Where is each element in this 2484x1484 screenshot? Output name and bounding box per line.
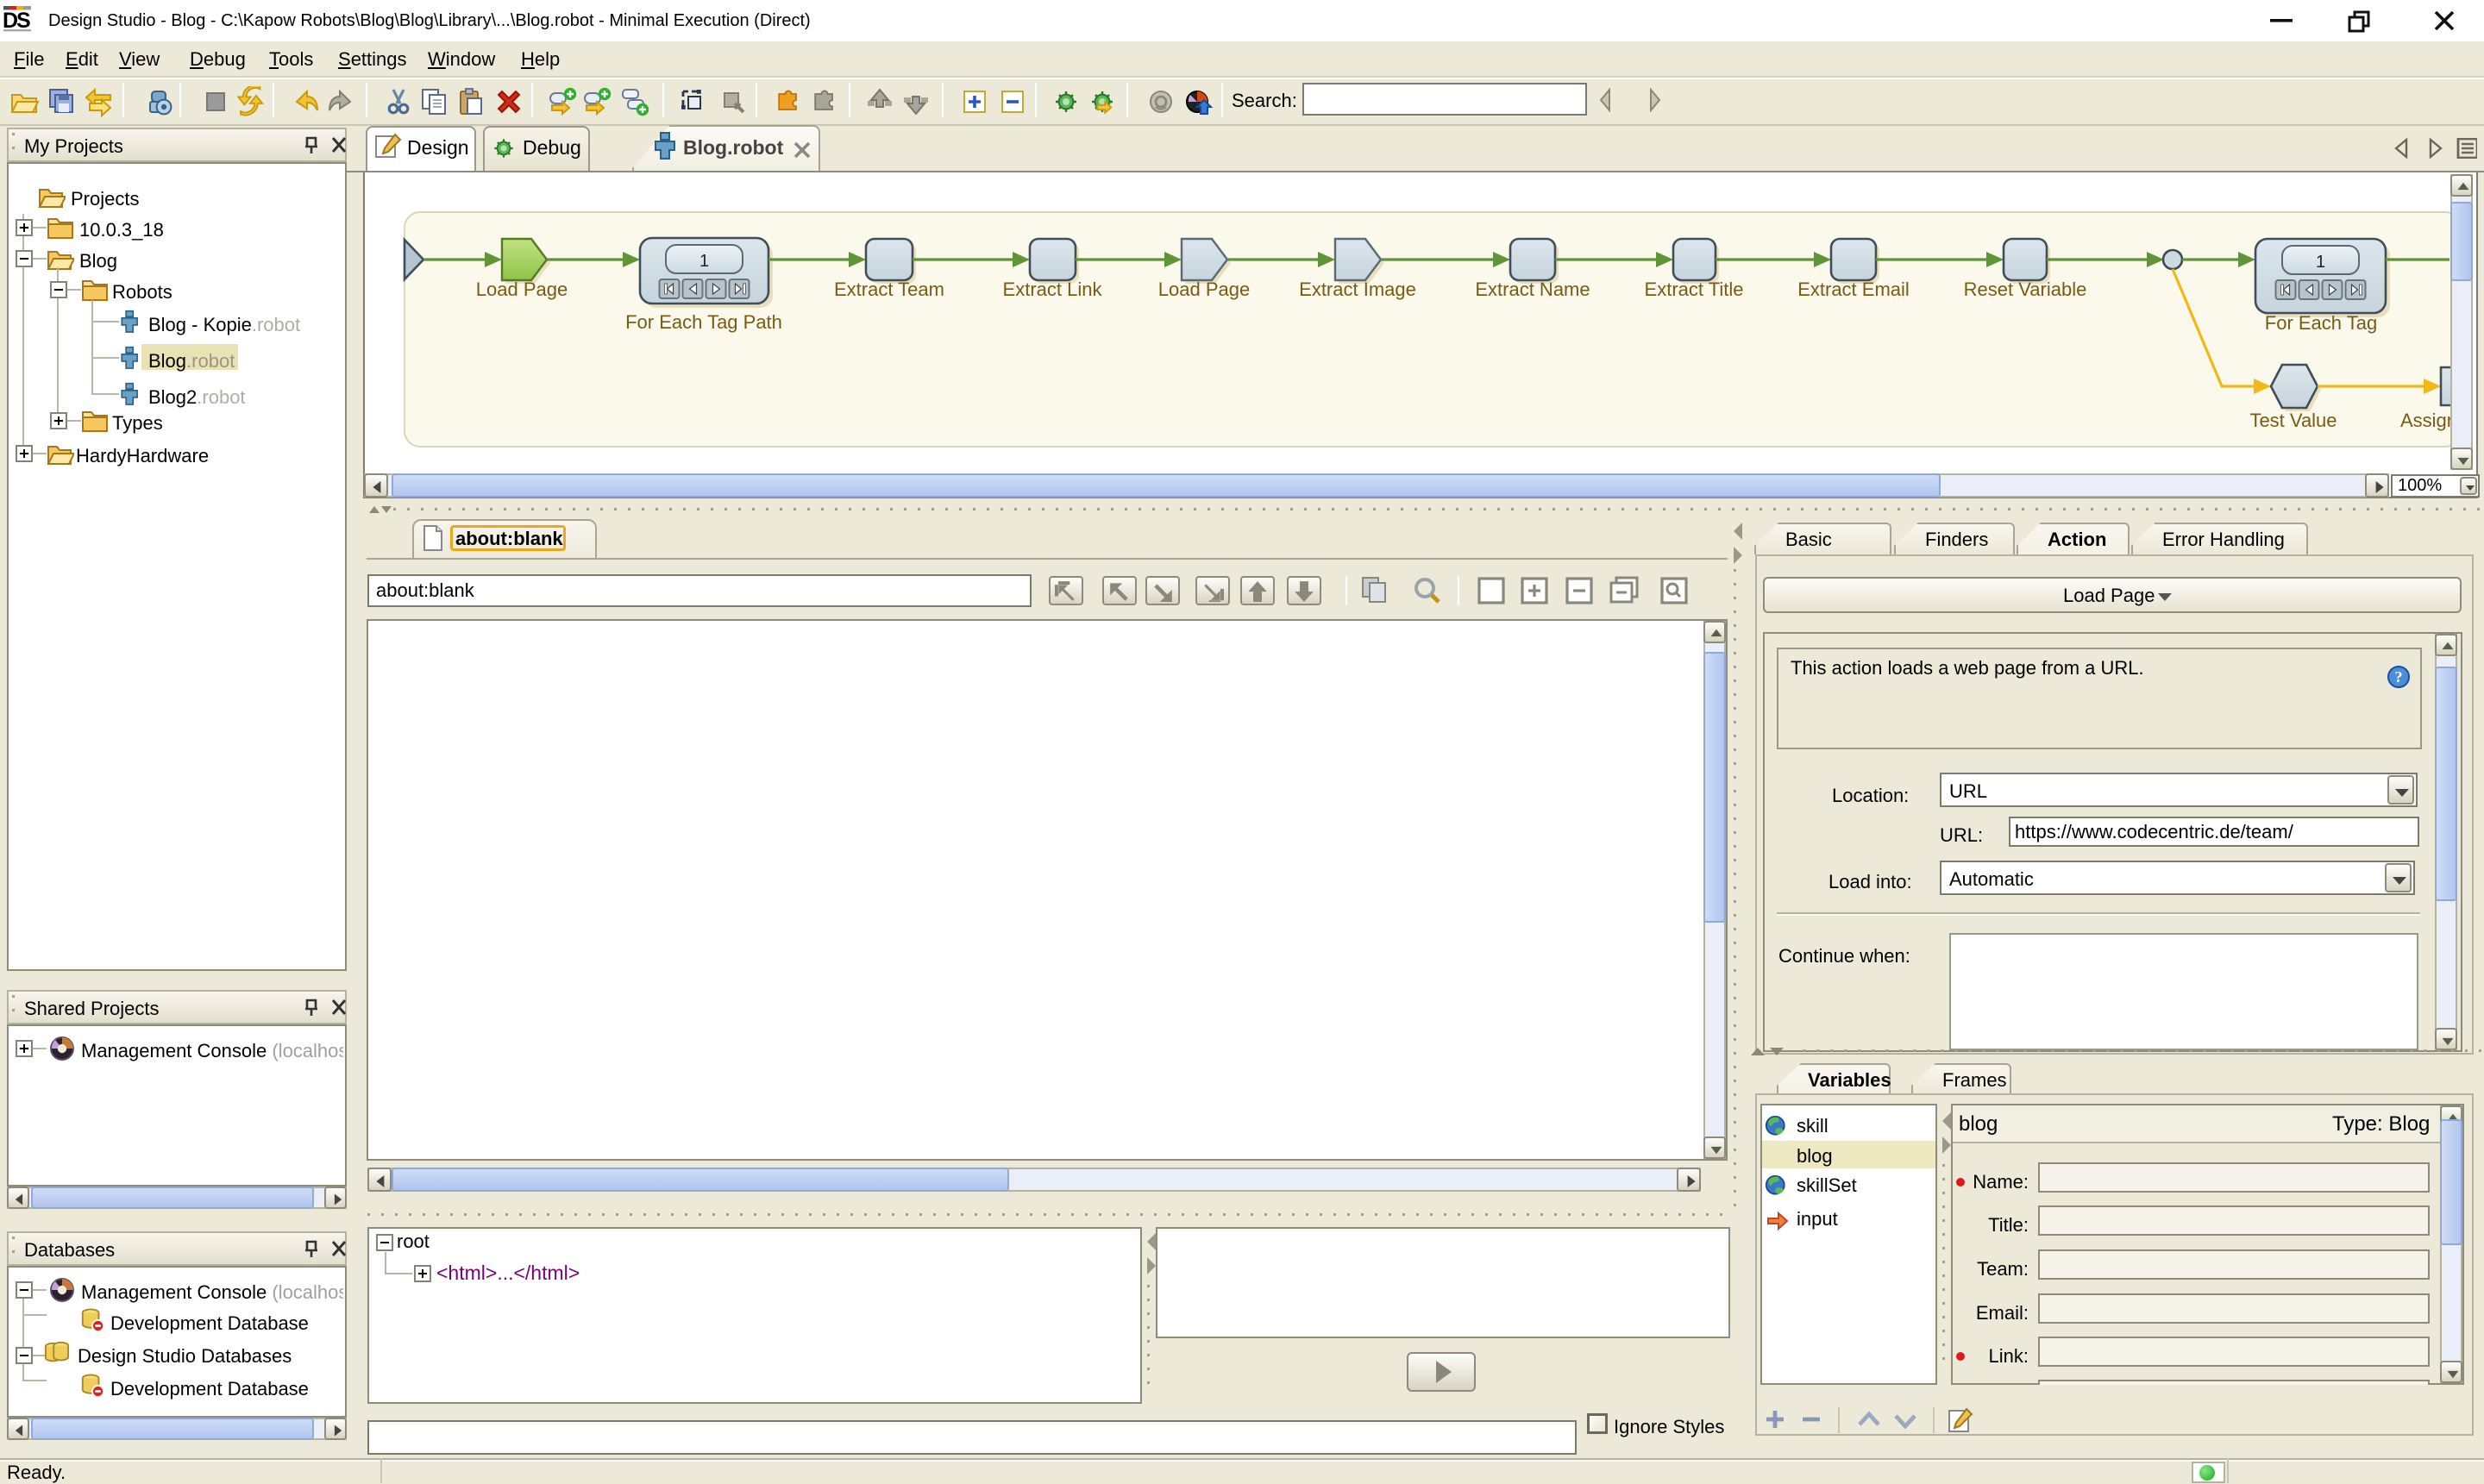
svg-text:Extract Team: Extract Team [834,279,944,300]
svg-text:For Each Tag: For Each Tag [2265,312,2377,334]
svg-text:?: ? [2395,668,2403,686]
svg-text:1: 1 [2316,253,2325,272]
svg-text:Extract Email: Extract Email [1797,279,1910,300]
svg-text:For Each Tag Path: For Each Tag Path [625,311,782,333]
svg-text:Load Page: Load Page [476,279,568,300]
svg-text:Load Page: Load Page [1158,279,1250,300]
svg-text:DS: DS [3,9,30,33]
svg-text:Test Value: Test Value [2249,410,2337,431]
svg-text:Extract Title: Extract Title [1645,279,1744,300]
svg-text:1: 1 [699,252,709,271]
svg-text:Reset Variable: Reset Variable [1964,279,2087,300]
svg-text:Extract Link: Extract Link [1003,279,1103,300]
svg-text:Assign: Assign [2400,410,2451,431]
svg-text:Extract Image: Extract Image [1299,279,1416,300]
svg-text:Extract Name: Extract Name [1475,279,1590,300]
